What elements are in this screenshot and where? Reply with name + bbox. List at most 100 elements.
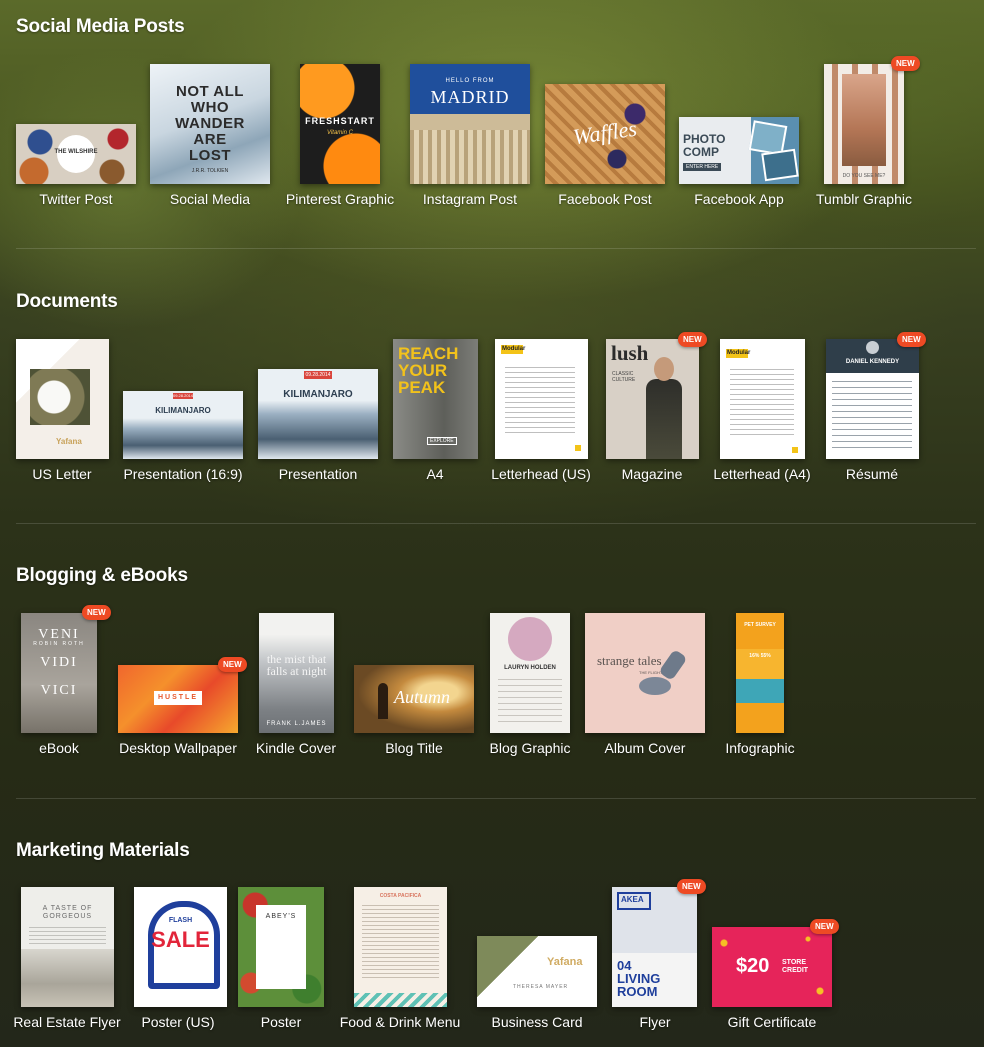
kindle-cover-thumb-sub: FRANK L.JAMES xyxy=(266,721,327,727)
ebook-new-badge: NEW xyxy=(82,605,111,620)
food-drink-menu-label: Food & Drink Menu xyxy=(339,1014,461,1030)
presentation-label: Presentation xyxy=(278,466,358,482)
desktop-wallpaper-thumb-text: HUSTLE xyxy=(158,694,198,701)
facebook-app-label: Facebook App xyxy=(694,191,784,207)
presentation-16-9-thumb-text: KILIMANJARO xyxy=(155,406,211,415)
letterhead-us-label: Letterhead (US) xyxy=(491,466,591,482)
us-letter-thumbnail: Yafana xyxy=(16,339,109,459)
gift-certificate-thumb-text: $20 xyxy=(736,955,770,977)
instagram-post-thumb-text: MADRID xyxy=(430,87,510,107)
section-title-marketing-materials: Marketing Materials xyxy=(16,840,190,861)
real-estate-flyer-label: Real Estate Flyer xyxy=(13,1014,121,1030)
section-divider xyxy=(16,523,976,524)
us-letter-label: US Letter xyxy=(32,466,92,482)
pinterest-graphic-thumbnail: FRESHSTART Vitamin C xyxy=(300,64,380,184)
infographic-label: Infographic xyxy=(725,740,795,756)
flyer-thumbnail: AKEA 04 LIVING ROOM xyxy=(612,887,697,1007)
desktop-wallpaper-thumbnail: HUSTLE xyxy=(118,665,238,733)
kindle-cover-thumbnail: the mist that falls at night FRANK L.JAM… xyxy=(259,613,334,733)
kindle-cover-label: Kindle Cover xyxy=(255,740,337,756)
resume-thumbnail: DANIEL KENNEDY xyxy=(826,339,919,459)
presentation-16-9-thumbnail: 09.28.2014 KILIMANJARO xyxy=(123,391,243,459)
business-card-thumb-text: Yafana xyxy=(547,956,583,968)
blog-title-label: Blog Title xyxy=(385,740,443,756)
letterhead-us-thumb-text: Modular xyxy=(502,346,526,352)
flyer-new-badge: NEW xyxy=(677,879,706,894)
resume-new-badge: NEW xyxy=(897,332,926,347)
poster-label: Poster xyxy=(260,1014,302,1030)
social-media-thumb-text: NOT ALL WHO WANDER ARE LOST xyxy=(175,83,245,164)
magazine-thumb-text: lush xyxy=(611,341,649,365)
presentation-16-9-thumb-sub: 09.28.2014 xyxy=(172,393,194,398)
facebook-app-thumb-text: PHOTO COMP xyxy=(683,132,726,159)
letterhead-us-thumbnail: Modular xyxy=(495,339,588,459)
infographic-thumbnail: PET SURVEY 16% 55% xyxy=(736,613,784,733)
resume-thumb-text: DANIEL KENNEDY xyxy=(845,359,900,365)
twitter-post-thumb-text: THE WILSHIRE xyxy=(54,149,98,155)
us-letter-thumb-text: Yafana xyxy=(56,437,82,446)
album-cover-thumbnail: strange tales THE FLIGHT xyxy=(585,613,705,733)
section-divider xyxy=(16,248,976,249)
letterhead-a4-thumb-text: Modular xyxy=(727,350,751,356)
section-title-social-media-posts: Social Media Posts xyxy=(16,16,185,37)
business-card-thumbnail: Yafana THERESA MAYER xyxy=(477,936,597,1007)
food-drink-menu-thumbnail: COSTA PACIFICA xyxy=(354,887,447,1007)
real-estate-flyer-thumb-text: A TASTE OF GORGEOUS xyxy=(42,905,93,920)
presentation-thumbnail: 09.28.2014 KILIMANJARO xyxy=(258,369,378,459)
flyer-thumb-text: 04 LIVING ROOM xyxy=(617,958,661,999)
facebook-app-thumbnail: PHOTO COMP ENTER HERE xyxy=(679,117,799,184)
poster-us-label: Poster (US) xyxy=(141,1014,215,1030)
album-cover-thumb-sub: THE FLIGHT xyxy=(639,670,663,675)
blog-graphic-thumb-text: LAURYN HOLDEN xyxy=(504,665,556,671)
tumblr-graphic-new-badge: NEW xyxy=(891,56,920,71)
album-cover-thumb-text: strange tales xyxy=(597,653,662,668)
ebook-thumb-sub: ROBIN ROTH xyxy=(33,641,85,647)
flyer-label: Flyer xyxy=(639,1014,671,1030)
instagram-post-label: Instagram Post xyxy=(422,191,518,207)
ebook-thumb-text: VENI VIDI VICI xyxy=(38,627,80,698)
social-media-thumbnail: NOT ALL WHO WANDER ARE LOST J.R.R. TOLKI… xyxy=(150,64,270,184)
presentation-16-9-label: Presentation (16:9) xyxy=(123,466,243,482)
a4-thumb-text: REACH YOUR PEAK xyxy=(398,344,459,397)
facebook-post-thumb-text: Waffles xyxy=(571,115,639,150)
presentation-thumb-text: KILIMANJARO xyxy=(283,389,353,400)
pinterest-graphic-thumb-sub: Vitamin C xyxy=(327,130,353,136)
gift-certificate-label: Gift Certificate xyxy=(727,1014,817,1030)
twitter-post-label: Twitter Post xyxy=(39,191,113,207)
ebook-thumbnail: VENI VIDI VICI ROBIN ROTH xyxy=(21,613,97,733)
gift-certificate-new-badge: NEW xyxy=(810,919,839,934)
business-card-label: Business Card xyxy=(491,1014,583,1030)
section-title-blogging-ebooks: Blogging & eBooks xyxy=(16,565,188,586)
social-media-thumb-sub: J.R.R. TOLKIEN xyxy=(191,168,229,174)
pinterest-graphic-label: Pinterest Graphic xyxy=(285,191,395,207)
pinterest-graphic-thumb-text: FRESHSTART xyxy=(305,116,375,126)
blog-title-thumb-text: Autumn xyxy=(394,687,450,707)
presentation-thumb-sub: 09.28.2014 xyxy=(305,372,331,378)
tumblr-graphic-thumb-sub: DO YOU SEE ME? xyxy=(842,173,886,179)
poster-thumbnail: ABEY'S xyxy=(238,887,324,1007)
a4-thumbnail: REACH YOUR PEAK EXPLORE xyxy=(393,339,478,459)
letterhead-a4-thumbnail: Modular xyxy=(720,339,805,459)
gift-certificate-thumbnail: $20 STORE CREDIT xyxy=(712,927,832,1007)
tumblr-graphic-label: Tumblr Graphic xyxy=(816,191,912,207)
kindle-cover-thumb-text: the mist that falls at night xyxy=(266,652,327,678)
magazine-label: Magazine xyxy=(621,466,683,482)
tumblr-graphic-thumbnail: DO YOU SEE ME? xyxy=(824,64,904,184)
instagram-post-thumb-sub: HELLO FROM xyxy=(445,78,495,84)
facebook-post-label: Facebook Post xyxy=(558,191,652,207)
infographic-thumb-sub: 16% 55% xyxy=(749,653,771,659)
poster-us-thumbnail: FLASH SALE xyxy=(134,887,227,1007)
flyer-thumb-sub: AKEA xyxy=(621,895,644,904)
magazine-thumb-sub: CLASSIC CULTURE xyxy=(612,371,636,383)
blog-graphic-thumbnail: LAURYN HOLDEN xyxy=(490,613,570,733)
magazine-new-badge: NEW xyxy=(678,332,707,347)
infographic-thumb-text: PET SURVEY xyxy=(744,622,776,628)
real-estate-flyer-thumbnail: A TASTE OF GORGEOUS xyxy=(21,887,114,1007)
food-drink-menu-thumb-text: COSTA PACIFICA xyxy=(379,893,422,899)
magazine-thumbnail: lush CLASSIC CULTURE xyxy=(606,339,699,459)
desktop-wallpaper-label: Desktop Wallpaper xyxy=(119,740,237,756)
ebook-label: eBook xyxy=(39,740,79,756)
social-media-label: Social Media xyxy=(169,191,251,207)
a4-thumb-sub: EXPLORE xyxy=(427,437,457,445)
poster-us-thumb-text: SALE xyxy=(151,927,210,952)
